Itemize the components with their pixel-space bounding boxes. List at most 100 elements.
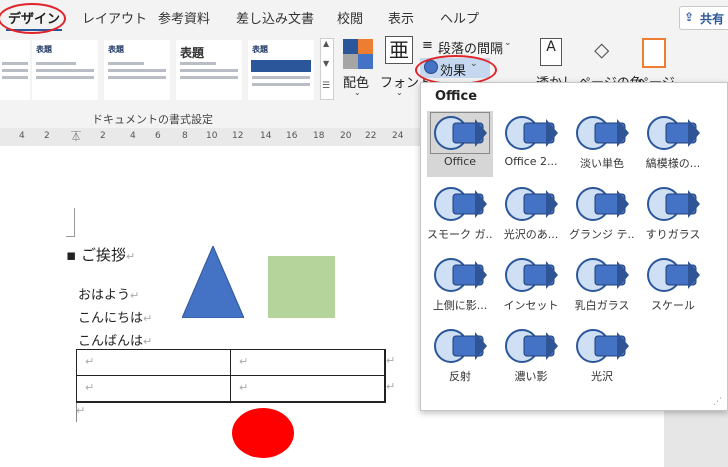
- effect-preview-icon: [502, 113, 560, 153]
- table-cell[interactable]: ↵: [231, 350, 385, 376]
- effect-preview-icon: [573, 255, 631, 295]
- row-end-mark: ↵: [386, 354, 396, 367]
- effect-option[interactable]: インセット: [498, 253, 564, 319]
- ruler-number: 8: [182, 131, 188, 141]
- effect-preview-icon: [502, 326, 560, 366]
- document-line[interactable]: おはよう↵: [78, 284, 139, 303]
- ruler-number: 20: [340, 131, 352, 141]
- effect-option-label: 光沢のあ...: [503, 228, 559, 241]
- effect-option[interactable]: Office 2...: [498, 111, 564, 177]
- page-color-button[interactable]: ⬦ ページの色: [578, 36, 643, 91]
- style-set-thumb[interactable]: 表題: [32, 40, 98, 100]
- share-button[interactable]: ⇪ 共有: [679, 6, 728, 30]
- effect-preview-icon: [644, 255, 702, 295]
- ruler-number: 22: [365, 131, 377, 141]
- tab-help[interactable]: ヘルプ: [440, 8, 479, 27]
- effect-option[interactable]: すりガラス: [640, 182, 706, 248]
- effect-option[interactable]: 上側に影...: [427, 253, 493, 319]
- effect-option-label: Office 2...: [504, 155, 558, 168]
- style-set-thumb[interactable]: [0, 40, 30, 100]
- style-set-thumb[interactable]: 表題: [176, 40, 242, 100]
- table-cell[interactable]: ↵: [77, 376, 231, 402]
- effect-option[interactable]: 乳白ガラス: [569, 253, 635, 319]
- effect-option[interactable]: スモーク ガ...: [427, 182, 493, 248]
- tab-review[interactable]: 校閲: [337, 8, 363, 27]
- effect-preview-icon: [573, 184, 631, 224]
- chevron-down-icon: ▼: [323, 59, 330, 68]
- document-line[interactable]: こんばんは↵: [78, 330, 152, 349]
- colors-button[interactable]: 配色 ⌄: [340, 36, 376, 102]
- effect-option[interactable]: Office: [427, 111, 493, 177]
- colors-icon: [343, 39, 373, 69]
- effect-preview-icon: [644, 184, 702, 224]
- effect-option-label: 淡い単色: [580, 157, 624, 170]
- highlight-ring-effects-button: [415, 55, 497, 85]
- fonts-button[interactable]: 亜 フォント ⌄: [380, 36, 432, 102]
- page-border-button[interactable]: ページ: [636, 36, 676, 91]
- ruler: 4 2 ⏄ 2 4 6 8 10 12 14 16 18 20 22 24: [0, 128, 420, 146]
- watermark-icon: A: [540, 38, 562, 66]
- effect-option-label: インセット: [503, 299, 559, 312]
- paragraph-mark: ↵: [76, 404, 86, 417]
- effect-option-label: すりガラス: [645, 228, 701, 241]
- document-table[interactable]: ↵ ↵ ↵ ↵: [76, 349, 386, 403]
- effect-preview-icon: [431, 255, 489, 295]
- table-cell[interactable]: ↵: [231, 376, 385, 402]
- tab-mailings[interactable]: 差し込み文書: [236, 8, 314, 27]
- rectangle-shape[interactable]: [268, 256, 335, 318]
- paragraph-spacing-icon: ≡: [422, 38, 433, 53]
- more-icon: ☰: [322, 81, 331, 91]
- document-heading[interactable]: ▪ ご挨拶↵: [66, 244, 135, 265]
- page-border-icon: [642, 38, 666, 68]
- tab-view[interactable]: 表示: [388, 8, 414, 27]
- ribbon-group-label: ドキュメントの書式設定: [92, 113, 213, 126]
- fonts-icon: 亜: [385, 36, 413, 64]
- effect-option[interactable]: スケール: [640, 253, 706, 319]
- ruler-number: 6: [155, 131, 161, 141]
- indent-marker[interactable]: ⏄: [71, 128, 81, 143]
- style-thumb-title: 表題: [108, 45, 124, 54]
- share-label: 共有: [700, 12, 725, 26]
- resize-grip-icon[interactable]: ⋰: [713, 397, 722, 407]
- effect-option[interactable]: グランジ テ...: [569, 182, 635, 248]
- gallery-scroll[interactable]: ▲ ▼ ☰: [320, 38, 334, 100]
- effect-option-label: スケール: [651, 299, 695, 312]
- document-line[interactable]: こんにちは↵: [78, 307, 152, 326]
- row-end-mark: ↵: [386, 380, 396, 393]
- effect-option-label: 上側に影...: [432, 299, 488, 312]
- circle-shape[interactable]: [232, 408, 294, 458]
- chevron-down-icon: ⌄: [396, 88, 403, 97]
- effect-option[interactable]: 濃い影: [498, 324, 564, 390]
- effect-option[interactable]: 反射: [427, 324, 493, 390]
- chevron-down-icon: ⌄: [354, 88, 361, 97]
- effect-option[interactable]: 光沢: [569, 324, 635, 390]
- tab-references[interactable]: 参考資料: [158, 8, 210, 27]
- triangle-shape[interactable]: [182, 246, 244, 318]
- ruler-number: 4: [19, 131, 25, 141]
- effect-option-label: 乳白ガラス: [574, 299, 630, 312]
- effect-option-label: 反射: [449, 370, 471, 383]
- effects-dropdown: Office Office Office 2... 淡い単色 縞模様の... スモーク …: [420, 82, 728, 411]
- effect-preview-icon: [431, 326, 489, 366]
- effect-preview-icon: [430, 112, 490, 154]
- chevron-down-icon: ⌄: [504, 38, 512, 48]
- page-color-icon: ⬦: [594, 38, 610, 63]
- table-cell[interactable]: ↵: [77, 350, 231, 376]
- style-set-thumb[interactable]: 表題: [248, 40, 314, 100]
- style-thumb-title: 表題: [180, 46, 205, 60]
- effect-option-label: グランジ テ...: [569, 228, 635, 241]
- highlight-ring-design-tab: [0, 3, 66, 34]
- effect-preview-icon: [573, 326, 631, 366]
- ruler-number: 14: [260, 131, 272, 141]
- tab-layout[interactable]: レイアウト: [82, 8, 147, 27]
- style-set-thumb[interactable]: 表題: [104, 40, 170, 100]
- watermark-button[interactable]: A 透かし: [532, 36, 575, 91]
- effect-option[interactable]: 縞模様の...: [640, 111, 706, 177]
- ruler-number: 18: [313, 131, 325, 141]
- effect-option-label: Office: [443, 155, 477, 168]
- ruler-number: 10: [206, 131, 218, 141]
- effect-option[interactable]: 光沢のあ...: [498, 182, 564, 248]
- dropdown-title: Office: [435, 89, 478, 104]
- effect-option[interactable]: 淡い単色: [569, 111, 635, 177]
- paragraph-spacing-button[interactable]: ≡ 段落の間隔 ⌄: [422, 38, 522, 57]
